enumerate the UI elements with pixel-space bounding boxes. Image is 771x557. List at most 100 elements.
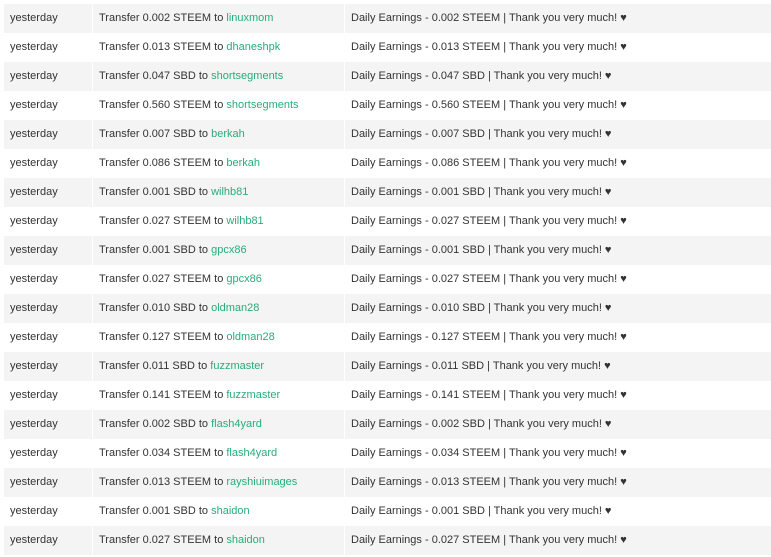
transaction-date: yesterday	[10, 302, 58, 314]
table-row: yesterday Transfer 0.047 SBD to shortseg…	[4, 62, 771, 91]
transaction-date: yesterday	[10, 505, 58, 517]
table-row: yesterday Transfer 0.001 SBD to wilhb81 …	[4, 178, 771, 207]
recipient-account-link[interactable]: gpcx86	[226, 273, 261, 285]
transaction-action-text: Transfer 0.047 SBD to	[99, 70, 212, 82]
recipient-account-link[interactable]: wilhb81	[211, 186, 248, 198]
transaction-date: yesterday	[10, 41, 58, 53]
transaction-memo: Daily Earnings - 0.027 STEEM | Thank you…	[344, 526, 771, 555]
transaction-memo: Daily Earnings - 0.141 STEEM | Thank you…	[344, 381, 771, 410]
table-row: yesterday Transfer 0.001 SBD to shaidon …	[4, 497, 771, 526]
table-row: yesterday Transfer 0.086 STEEM to berkah…	[4, 149, 771, 178]
transaction-action-text: Transfer 0.013 STEEM to	[99, 476, 227, 488]
recipient-account-link[interactable]: gpcx86	[211, 244, 246, 256]
recipient-account-link[interactable]: dhaneshpk	[226, 41, 280, 53]
table-row: yesterday Transfer 0.007 SBD to berkah D…	[4, 120, 771, 149]
transaction-action-text: Transfer 0.027 STEEM to	[99, 534, 227, 546]
recipient-account-link[interactable]: linuxmom	[226, 12, 273, 24]
transaction-action: Transfer 0.047 SBD to shortsegments	[92, 62, 345, 91]
table-row: yesterday Transfer 0.034 STEEM to flash4…	[4, 439, 771, 468]
table-row: yesterday Transfer 0.560 STEEM to shorts…	[4, 91, 771, 120]
transaction-memo: Daily Earnings - 0.013 STEEM | Thank you…	[344, 468, 771, 497]
table-row: yesterday Transfer 0.002 SBD to flash4ya…	[4, 410, 771, 439]
transaction-date: yesterday	[10, 244, 58, 256]
transaction-action-text: Transfer 0.034 STEEM to	[99, 447, 227, 459]
transaction-date: yesterday	[10, 12, 58, 24]
transaction-action-text: Transfer 0.001 SBD to	[99, 244, 212, 256]
table-row: yesterday Transfer 0.027 STEEM to shaido…	[4, 526, 771, 555]
recipient-account-link[interactable]: shortsegments	[226, 99, 298, 111]
transaction-action: Transfer 0.027 STEEM to wilhb81	[92, 207, 345, 236]
recipient-account-link[interactable]: berkah	[226, 157, 260, 169]
table-row: yesterday Transfer 0.002 STEEM to linuxm…	[4, 4, 771, 33]
transaction-memo: Daily Earnings - 0.010 SBD | Thank you v…	[344, 294, 771, 323]
transaction-action: Transfer 0.007 SBD to berkah	[92, 120, 345, 149]
recipient-account-link[interactable]: fuzzmaster	[226, 389, 280, 401]
transaction-action-text: Transfer 0.001 SBD to	[99, 186, 212, 198]
transaction-memo: Daily Earnings - 0.027 STEEM | Thank you…	[344, 207, 771, 236]
table-row: yesterday Transfer 0.013 STEEM to dhanes…	[4, 33, 771, 62]
transaction-date: yesterday	[10, 389, 58, 401]
transaction-date: yesterday	[10, 157, 58, 169]
transaction-action-text: Transfer 0.560 STEEM to	[99, 99, 227, 111]
transaction-memo: Daily Earnings - 0.011 SBD | Thank you v…	[344, 352, 771, 381]
recipient-account-link[interactable]: rayshiuimages	[226, 476, 297, 488]
transaction-action-text: Transfer 0.007 SBD to	[99, 128, 212, 140]
transaction-action-text: Transfer 0.027 STEEM to	[99, 215, 227, 227]
transaction-action: Transfer 0.027 STEEM to shaidon	[92, 526, 345, 555]
recipient-account-link[interactable]: shaidon	[211, 505, 250, 517]
transaction-action-text: Transfer 0.002 STEEM to	[99, 12, 227, 24]
table-row: yesterday Transfer 0.011 SBD to fuzzmast…	[4, 352, 771, 381]
transaction-action-text: Transfer 0.010 SBD to	[99, 302, 212, 314]
transaction-action-text: Transfer 0.086 STEEM to	[99, 157, 227, 169]
transaction-action: Transfer 0.010 SBD to oldman28	[92, 294, 345, 323]
transaction-action: Transfer 0.086 STEEM to berkah	[92, 149, 345, 178]
transaction-memo: Daily Earnings - 0.127 STEEM | Thank you…	[344, 323, 771, 352]
transaction-memo: Daily Earnings - 0.047 SBD | Thank you v…	[344, 62, 771, 91]
transaction-memo: Daily Earnings - 0.001 SBD | Thank you v…	[344, 497, 771, 526]
transaction-action: Transfer 0.002 STEEM to linuxmom	[92, 4, 345, 33]
recipient-account-link[interactable]: fuzzmaster	[210, 360, 264, 372]
table-row: yesterday Transfer 0.141 STEEM to fuzzma…	[4, 381, 771, 410]
transaction-date: yesterday	[10, 476, 58, 488]
transaction-memo: Daily Earnings - 0.027 STEEM | Thank you…	[344, 265, 771, 294]
transaction-action: Transfer 0.002 SBD to flash4yard	[92, 410, 345, 439]
transaction-action: Transfer 0.001 SBD to gpcx86	[92, 236, 345, 265]
transaction-date: yesterday	[10, 70, 58, 82]
recipient-account-link[interactable]: shaidon	[226, 534, 265, 546]
transaction-action: Transfer 0.560 STEEM to shortsegments	[92, 91, 345, 120]
transaction-memo: Daily Earnings - 0.560 STEEM | Thank you…	[344, 91, 771, 120]
transaction-date: yesterday	[10, 447, 58, 459]
table-row: yesterday Transfer 0.010 SBD to oldman28…	[4, 294, 771, 323]
transaction-date: yesterday	[10, 534, 58, 546]
transaction-action: Transfer 0.011 SBD to fuzzmaster	[92, 352, 345, 381]
recipient-account-link[interactable]: wilhb81	[226, 215, 263, 227]
transaction-date: yesterday	[10, 186, 58, 198]
recipient-account-link[interactable]: oldman28	[226, 331, 274, 343]
transaction-date: yesterday	[10, 273, 58, 285]
transaction-date: yesterday	[10, 99, 58, 111]
transaction-memo: Daily Earnings - 0.002 STEEM | Thank you…	[344, 4, 771, 33]
transaction-action: Transfer 0.027 STEEM to gpcx86	[92, 265, 345, 294]
transaction-action: Transfer 0.127 STEEM to oldman28	[92, 323, 345, 352]
recipient-account-link[interactable]: flash4yard	[226, 447, 277, 459]
transaction-action-text: Transfer 0.011 SBD to	[99, 360, 211, 372]
table-row: yesterday Transfer 0.027 STEEM to wilhb8…	[4, 207, 771, 236]
recipient-account-link[interactable]: berkah	[211, 128, 245, 140]
transaction-action-text: Transfer 0.141 STEEM to	[99, 389, 227, 401]
transaction-memo: Daily Earnings - 0.086 STEEM | Thank you…	[344, 149, 771, 178]
transaction-action: Transfer 0.034 STEEM to flash4yard	[92, 439, 345, 468]
transaction-memo: Daily Earnings - 0.013 STEEM | Thank you…	[344, 33, 771, 62]
transaction-date: yesterday	[10, 418, 58, 430]
recipient-account-link[interactable]: shortsegments	[211, 70, 283, 82]
transaction-action-text: Transfer 0.127 STEEM to	[99, 331, 227, 343]
transaction-memo: Daily Earnings - 0.002 SBD | Thank you v…	[344, 410, 771, 439]
transaction-memo: Daily Earnings - 0.001 SBD | Thank you v…	[344, 236, 771, 265]
transaction-memo: Daily Earnings - 0.034 STEEM | Thank you…	[344, 439, 771, 468]
transaction-action: Transfer 0.013 STEEM to rayshiuimages	[92, 468, 345, 497]
transaction-action: Transfer 0.001 SBD to shaidon	[92, 497, 345, 526]
table-row: yesterday Transfer 0.001 SBD to gpcx86 D…	[4, 236, 771, 265]
recipient-account-link[interactable]: flash4yard	[211, 418, 262, 430]
transaction-date: yesterday	[10, 215, 58, 227]
recipient-account-link[interactable]: oldman28	[211, 302, 259, 314]
transaction-action-text: Transfer 0.001 SBD to	[99, 505, 212, 517]
